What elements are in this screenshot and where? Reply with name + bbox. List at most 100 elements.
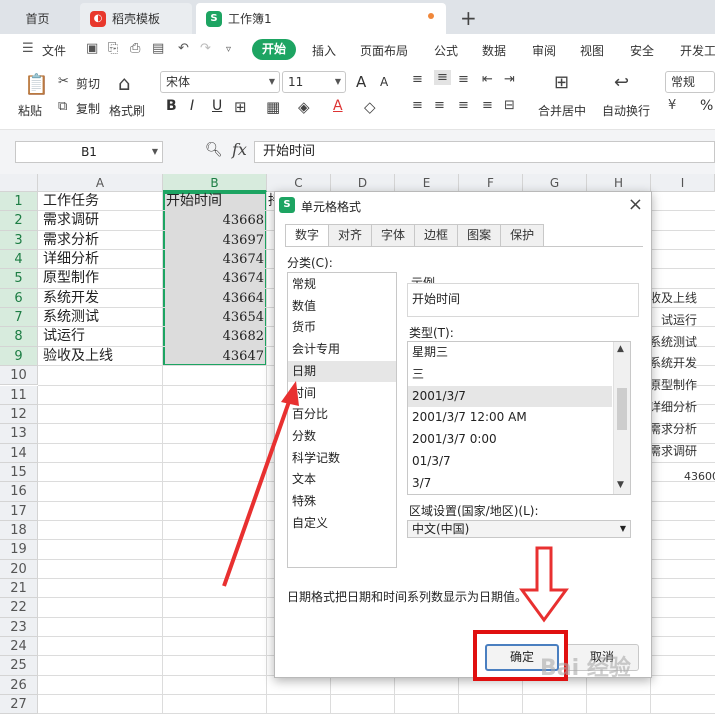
align-right-icon[interactable]: ≡ <box>458 98 469 113</box>
shrink-font-button[interactable]: A <box>380 75 388 89</box>
cell-b3[interactable]: 43697 <box>163 231 264 250</box>
row-header-27[interactable]: 27 <box>0 695 38 714</box>
cell-b9[interactable]: 43647 <box>163 347 264 366</box>
italic-button[interactable]: I <box>190 98 194 114</box>
undo-icon[interactable]: ↶ <box>178 41 189 56</box>
column-header-d[interactable]: D <box>331 174 395 192</box>
column-header-b[interactable]: B <box>163 174 267 192</box>
region-select[interactable]: 中文(中国) ▼ <box>407 520 631 538</box>
row-header-26[interactable]: 26 <box>0 675 38 696</box>
type-item[interactable]: 2001/3/7 <box>408 385 612 408</box>
row-header-2[interactable]: 2 <box>0 211 38 231</box>
cell-a8[interactable]: 试运行 <box>43 327 85 346</box>
tab-alignment[interactable]: 对齐 <box>328 224 373 246</box>
menu-security[interactable]: 安全 <box>630 42 654 59</box>
cell-b7[interactable]: 43654 <box>163 308 264 327</box>
cell-a2[interactable]: 需求调研 <box>43 211 99 230</box>
column-header-i[interactable]: I <box>651 174 715 192</box>
cell-b8[interactable]: 43682 <box>163 327 264 346</box>
copy-icon[interactable]: ⧉ <box>58 99 67 114</box>
column-header-h[interactable]: H <box>587 174 651 192</box>
row-header-24[interactable]: 24 <box>0 637 38 657</box>
quick-access-dropdown-icon[interactable]: ▿ <box>226 44 231 55</box>
cell-b6[interactable]: 43664 <box>163 289 264 308</box>
tab-border[interactable]: 边框 <box>414 224 459 246</box>
tab-font[interactable]: 字体 <box>371 224 416 246</box>
print-preview-icon[interactable]: ▤ <box>152 41 164 56</box>
tab-pattern[interactable]: 图案 <box>457 224 502 246</box>
tab-docer[interactable]: ◐ 稻壳模板 <box>80 3 192 34</box>
category-item[interactable]: 百分比 <box>288 404 396 426</box>
insert-function-button[interactable]: fx <box>232 140 247 159</box>
column-header-a[interactable]: A <box>38 174 163 192</box>
cell-b2[interactable]: 43668 <box>163 211 264 230</box>
tab-home[interactable]: 首页 <box>0 3 75 34</box>
menu-review[interactable]: 审阅 <box>532 42 556 59</box>
cell-a4[interactable]: 详细分析 <box>43 250 99 269</box>
scroll-up-icon[interactable]: ▲ <box>617 344 624 354</box>
number-format-select[interactable]: 常规 <box>665 71 715 93</box>
cell-b5[interactable]: 43674 <box>163 269 264 288</box>
currency-icon[interactable]: ¥ <box>668 98 676 113</box>
copy-button[interactable]: 复制 <box>76 100 100 117</box>
menu-data[interactable]: 数据 <box>482 42 506 59</box>
select-all-corner[interactable] <box>0 174 38 192</box>
distributed-icon[interactable]: ⊟ <box>504 98 515 113</box>
cell-a3[interactable]: 需求分析 <box>43 231 99 250</box>
type-list[interactable]: 3/7 01/3/7 2001/3/7 0:00 2001/3/7 12:00 AM 2… <box>407 341 631 495</box>
fill-grid-icon[interactable]: ▦ <box>266 98 280 116</box>
menu-formulas[interactable]: 公式 <box>434 42 458 59</box>
fill-color-icon[interactable]: ◈ <box>298 98 310 116</box>
row-header-18[interactable]: 18 <box>0 520 38 541</box>
row-header-4[interactable]: 4 <box>0 250 38 270</box>
redo-icon[interactable]: ↷ <box>200 41 211 56</box>
bold-button[interactable]: B <box>166 98 177 114</box>
tab-number[interactable]: 数字 <box>285 224 330 247</box>
menu-developer[interactable]: 开发工 <box>680 42 715 59</box>
row-header-6[interactable]: 6 <box>0 288 38 309</box>
category-item[interactable]: 时间 <box>288 383 396 405</box>
row-header-11[interactable]: 11 <box>0 385 38 405</box>
underline-button[interactable]: U <box>212 98 222 114</box>
cell-b1[interactable]: 开始时间 <box>166 192 222 211</box>
save-icon[interactable]: ▣ <box>86 41 98 56</box>
row-header-1[interactable]: 1 <box>0 192 38 212</box>
font-size-select[interactable]: 11 ▼ <box>282 71 346 93</box>
close-button[interactable]: × <box>628 194 643 215</box>
category-item[interactable]: 科学记数 <box>288 448 396 470</box>
print-icon[interactable]: ⎙ <box>130 41 140 56</box>
cell-a1[interactable]: 工作任务 <box>43 192 99 211</box>
cell-a9[interactable]: 验收及上线 <box>43 347 113 366</box>
row-header-16[interactable]: 16 <box>0 482 38 502</box>
type-list-scrollbar[interactable]: ▲ ▼ <box>613 342 630 494</box>
align-top-icon[interactable]: ≡ <box>412 72 423 87</box>
indent-decrease-icon[interactable]: ⇤ <box>482 72 493 87</box>
menu-file[interactable]: 文件 <box>42 42 66 59</box>
row-header-19[interactable]: 19 <box>0 540 38 560</box>
merge-center-button[interactable]: 合并居中 <box>538 102 586 119</box>
row-header-25[interactable]: 25 <box>0 656 38 676</box>
column-header-g[interactable]: G <box>523 174 587 192</box>
type-item[interactable]: 2001/3/7 0:00 <box>408 429 612 451</box>
cell-a5[interactable]: 原型制作 <box>43 269 99 288</box>
type-item[interactable]: 01/3/7 <box>408 451 612 473</box>
category-item[interactable]: 会计专用 <box>288 339 396 361</box>
border-icon[interactable]: ⊞ <box>234 98 247 116</box>
column-header-e[interactable]: E <box>395 174 459 192</box>
menu-insert[interactable]: 插入 <box>312 42 336 59</box>
row-header-10[interactable]: 10 <box>0 366 38 386</box>
row-header-13[interactable]: 13 <box>0 424 38 444</box>
row-header-3[interactable]: 3 <box>0 230 38 251</box>
row-header-9[interactable]: 9 <box>0 346 38 367</box>
row-header-20[interactable]: 20 <box>0 559 38 579</box>
merge-center-icon[interactable]: ⊞ <box>554 72 569 93</box>
justify-icon[interactable]: ≡ <box>482 98 493 113</box>
grow-font-button[interactable]: A <box>356 73 366 91</box>
category-item[interactable]: 常规 <box>288 274 396 296</box>
category-item[interactable]: 分数 <box>288 426 396 448</box>
row-header-8[interactable]: 8 <box>0 327 38 347</box>
new-tab-button[interactable]: + <box>460 6 477 30</box>
row-header-7[interactable]: 7 <box>0 308 38 328</box>
category-item[interactable]: 日期 <box>288 360 396 383</box>
row-header-5[interactable]: 5 <box>0 269 38 289</box>
